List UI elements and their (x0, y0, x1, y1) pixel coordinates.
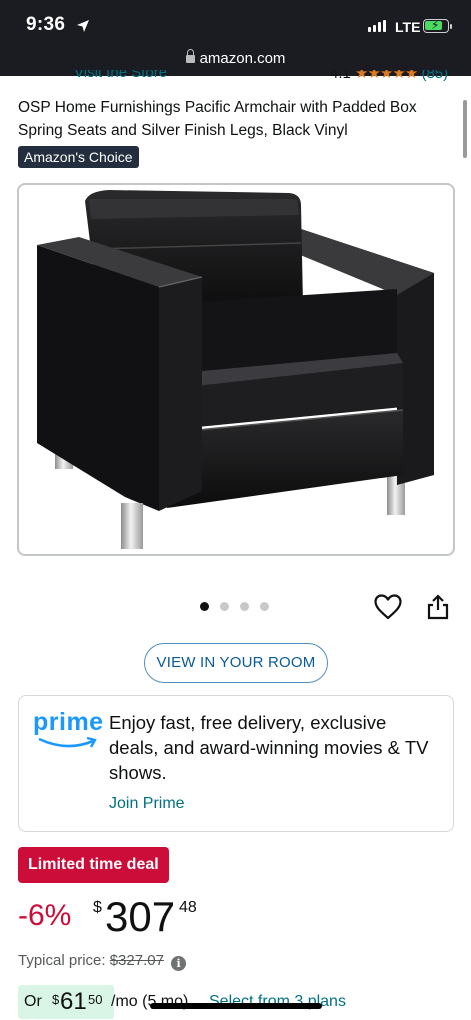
lock-icon (185, 49, 195, 64)
price-fraction: 48 (179, 899, 197, 916)
carousel-dot[interactable] (260, 602, 269, 611)
share-icon[interactable] (426, 593, 450, 621)
limited-time-deal-badge: Limited time deal (18, 847, 169, 883)
page-scrollbar[interactable] (463, 100, 467, 158)
status-time: 9:36 (26, 14, 66, 35)
rating-value: 4.1 (330, 70, 351, 82)
heart-icon[interactable] (373, 593, 403, 621)
price-currency: $ (93, 899, 102, 916)
prime-promo-card[interactable]: prime Enjoy fast, free delivery, exclusi… (18, 695, 454, 832)
monthly-fraction: 50 (88, 992, 103, 1007)
carousel-dot[interactable] (220, 602, 229, 611)
prime-message: Enjoy fast, free delivery, exclusive dea… (109, 712, 429, 783)
armchair-image (37, 190, 434, 549)
amazons-choice-badge[interactable]: Amazon's Choice (18, 146, 139, 168)
visit-store-link[interactable]: Visit the Store (74, 70, 167, 81)
image-carousel-indicator[interactable] (200, 602, 269, 611)
carousel-dot[interactable] (240, 602, 249, 611)
monthly-payment-row: Or $ 61 50 /mo (5 mo) Select from 3 plan… (18, 985, 458, 1019)
url-text: amazon.com (199, 50, 286, 67)
monthly-currency: $ (52, 992, 60, 1007)
monthly-or: Or (24, 993, 42, 1010)
rating-summary[interactable]: 4.1 ★★★★★ (85) (330, 70, 448, 82)
product-image[interactable] (17, 183, 455, 556)
network-type: LTE (395, 19, 421, 35)
rating-count: (85) (421, 70, 449, 82)
home-indicator[interactable] (150, 1003, 322, 1009)
monthly-whole: 61 (60, 988, 87, 1015)
price-whole: 307 (105, 893, 176, 940)
view-in-your-room-button[interactable]: VIEW IN YOUR ROOM (144, 643, 328, 683)
join-prime-link[interactable]: Join Prime (109, 795, 185, 813)
status-bar: 9:36 LTE ⚡ (0, 0, 471, 44)
prime-smile-icon (38, 736, 97, 748)
carousel-dot[interactable] (200, 602, 209, 611)
store-rating-row: Visit the Store 4.1 ★★★★★ (85) (0, 70, 471, 86)
prime-logo: prime (33, 708, 103, 752)
star-rating-icon: ★★★★★ (355, 70, 418, 82)
signal-strength-icon (368, 20, 386, 32)
battery-icon: ⚡ (423, 18, 452, 33)
info-icon[interactable]: i (171, 956, 187, 971)
location-arrow-icon (77, 20, 89, 32)
product-title: OSP Home Furnishings Pacific Armchair wi… (18, 99, 417, 139)
typical-price-row: Typical price: $327.07 i (18, 952, 187, 971)
discount-percent: -6% (18, 899, 72, 932)
typical-price-label: Typical price: (18, 952, 106, 969)
typical-price-value: $327.07 (109, 952, 164, 969)
